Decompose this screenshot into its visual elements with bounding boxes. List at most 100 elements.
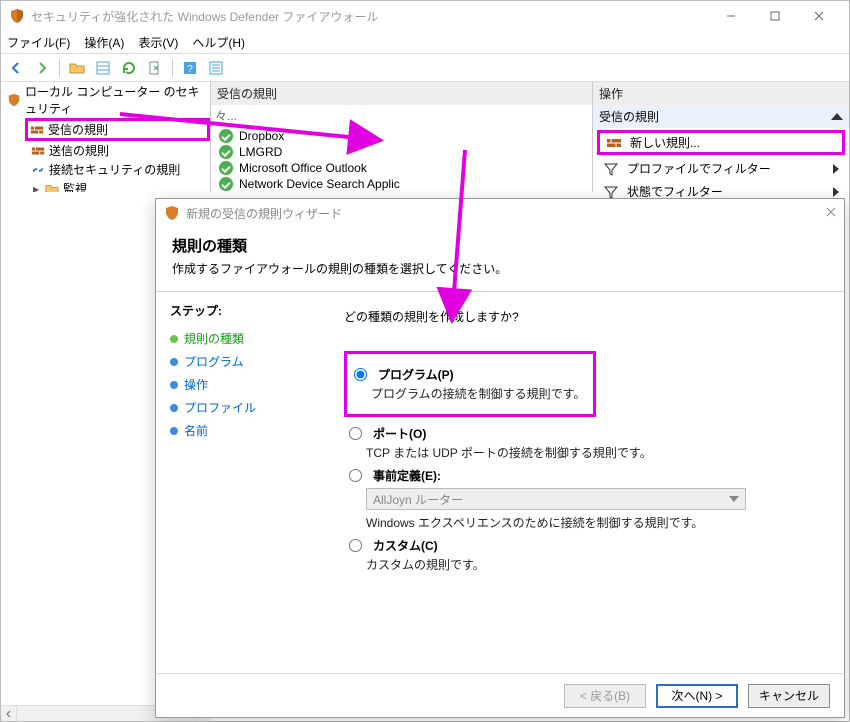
- wizard-subheading: 作成するファイアウォールの規則の種類を選択してください。: [172, 260, 828, 277]
- predefined-combo[interactable]: AllJoyn ルーター: [366, 488, 746, 510]
- submenu-icon: [833, 187, 839, 197]
- allow-icon: [219, 145, 233, 159]
- option-port-radio[interactable]: [349, 427, 362, 440]
- tree-root[interactable]: ローカル コンピューター のセキュリティ: [1, 82, 210, 118]
- main-titlebar: セキュリティが強化された Windows Defender ファイアウォール: [1, 1, 849, 31]
- wizard-footer: < 戻る(B) 次へ(N) > キャンセル: [156, 673, 844, 717]
- tree-inbound-rules[interactable]: 受信の規則: [25, 118, 210, 141]
- option-port-label: ポート(O): [373, 427, 426, 441]
- wizard-step-action[interactable]: 操作: [170, 373, 312, 396]
- tree-monitoring[interactable]: ▸ 監視: [25, 179, 210, 192]
- menubar: ファイル(F) 操作(A) 表示(V) ヘルプ(H): [1, 31, 849, 53]
- wizard-title: 新規の受信の規則ウィザード: [186, 205, 342, 222]
- rule-row[interactable]: Microsoft Office Outlook: [215, 160, 588, 176]
- tree-inbound-label: 受信の規則: [48, 121, 108, 138]
- tree-outbound-rules[interactable]: 送信の規則: [25, 141, 210, 160]
- chevron-down-icon: [729, 496, 739, 502]
- details-icon[interactable]: [92, 57, 114, 79]
- wizard-step-profile[interactable]: プロファイル: [170, 396, 312, 419]
- toolbar: ?: [1, 54, 849, 82]
- menu-help[interactable]: ヘルプ(H): [192, 34, 245, 51]
- rule-name: LMGRD: [239, 145, 282, 159]
- folder-icon[interactable]: [66, 57, 88, 79]
- collapse-icon: [831, 113, 843, 120]
- actions-pane: 操作 受信の規則 新しい規則... プロファイルでフィルター 状態でフィルター: [593, 82, 849, 192]
- option-predefined-radio[interactable]: [349, 469, 362, 482]
- allow-icon: [219, 177, 233, 191]
- wizard-step-kind[interactable]: 規則の種類: [170, 327, 312, 350]
- scroll-left-icon[interactable]: [1, 706, 17, 721]
- option-custom-radio[interactable]: [349, 539, 362, 552]
- main-panes: ローカル コンピューター のセキュリティ 受信の規則 送信の規則 接続セキュリテ…: [1, 82, 849, 192]
- wizard-header: 規則の種類 作成するファイアウォールの規則の種類を選択してください。: [156, 227, 844, 291]
- scope-tree-pane: ローカル コンピューター のセキュリティ 受信の規則 送信の規則 接続セキュリテ…: [1, 82, 211, 192]
- wizard-step-program[interactable]: プログラム: [170, 350, 312, 373]
- wizard-next-button[interactable]: 次へ(N) >: [656, 684, 738, 708]
- option-custom-desc: カスタムの規則です。: [366, 556, 826, 573]
- window-buttons: [709, 2, 841, 30]
- option-program-radio[interactable]: [354, 368, 367, 381]
- wizard-cancel-button[interactable]: キャンセル: [748, 684, 830, 708]
- wizard-content: どの種類の規則を作成しますか? プログラム(P) プログラムの接続を制御する規則…: [326, 292, 844, 673]
- wizard-titlebar: 新規の受信の規則ウィザード: [156, 199, 844, 227]
- refresh-icon[interactable]: [118, 57, 140, 79]
- option-port-desc: TCP または UDP ポートの接続を制御する規則です。: [366, 444, 826, 461]
- submenu-icon: [833, 164, 839, 174]
- action-filter-profile-label: プロファイルでフィルター: [627, 160, 771, 177]
- rules-pane-header: 受信の規則: [211, 82, 592, 105]
- bullet-icon: [170, 404, 178, 412]
- tree-outbound-label: 送信の規則: [49, 142, 109, 159]
- rules-column-overflow: 々...: [211, 105, 592, 126]
- wizard-steps-title: ステップ:: [170, 302, 312, 319]
- maximize-button[interactable]: [753, 2, 797, 30]
- menu-file[interactable]: ファイル(F): [7, 34, 70, 51]
- expand-icon[interactable]: ▸: [31, 182, 41, 193]
- wizard-steps-list: ステップ: 規則の種類 プログラム 操作 プロファイル 名前: [156, 292, 326, 673]
- bullet-icon: [170, 427, 178, 435]
- forward-icon[interactable]: [31, 57, 53, 79]
- allow-icon: [219, 129, 233, 143]
- option-predefined-desc: Windows エクスペリエンスのために接続を制御する規則です。: [366, 514, 826, 531]
- brick-icon: [606, 135, 622, 151]
- rule-name: Network Device Search Applic: [239, 177, 400, 191]
- svg-text:?: ?: [187, 64, 193, 75]
- rule-row[interactable]: Dropbox: [215, 128, 588, 144]
- bullet-icon: [170, 358, 178, 366]
- action-filter-profile[interactable]: プロファイルでフィルター: [593, 157, 849, 180]
- allow-icon: [219, 161, 233, 175]
- new-inbound-rule-wizard: 新規の受信の規則ウィザード 規則の種類 作成するファイアウォールの規則の種類を選…: [155, 198, 845, 718]
- tree-connsec-label: 接続セキュリティの規則: [49, 161, 180, 178]
- help-icon[interactable]: ?: [179, 57, 201, 79]
- option-program-label: プログラム(P): [378, 368, 454, 382]
- rule-name: Dropbox: [239, 129, 284, 143]
- option-program-desc: プログラムの接続を制御する規則です。: [371, 385, 585, 402]
- wizard-step-name[interactable]: 名前: [170, 419, 312, 442]
- shield-icon: [9, 8, 25, 24]
- tree-root-label: ローカル コンピューター のセキュリティ: [25, 83, 204, 117]
- export-icon[interactable]: [144, 57, 166, 79]
- bullet-icon: [170, 381, 178, 389]
- wizard-heading: 規則の種類: [172, 235, 828, 256]
- tree-conn-security[interactable]: 接続セキュリティの規則: [25, 160, 210, 179]
- rule-row[interactable]: LMGRD: [215, 144, 588, 160]
- menu-view[interactable]: 表示(V): [138, 34, 178, 51]
- list-icon[interactable]: [205, 57, 227, 79]
- action-new-rule-label: 新しい規則...: [630, 134, 700, 151]
- minimize-button[interactable]: [709, 2, 753, 30]
- tree-monitor-label: 監視: [63, 180, 87, 192]
- close-button[interactable]: [797, 2, 841, 30]
- main-window-title: セキュリティが強化された Windows Defender ファイアウォール: [31, 8, 709, 25]
- rule-row[interactable]: Network Device Search Applic: [215, 176, 588, 192]
- action-new-rule[interactable]: 新しい規則...: [597, 130, 845, 155]
- filter-icon: [603, 161, 619, 177]
- shield-icon: [164, 205, 180, 221]
- back-icon[interactable]: [5, 57, 27, 79]
- option-custom-label: カスタム(C): [373, 539, 438, 553]
- bullet-icon: [170, 335, 178, 343]
- shield-icon: [7, 93, 21, 107]
- wizard-close-button[interactable]: [826, 206, 836, 220]
- brick-icon: [30, 123, 44, 137]
- actions-section-header[interactable]: 受信の規則: [593, 105, 849, 128]
- wizard-back-button[interactable]: < 戻る(B): [564, 684, 646, 708]
- menu-action[interactable]: 操作(A): [84, 34, 124, 51]
